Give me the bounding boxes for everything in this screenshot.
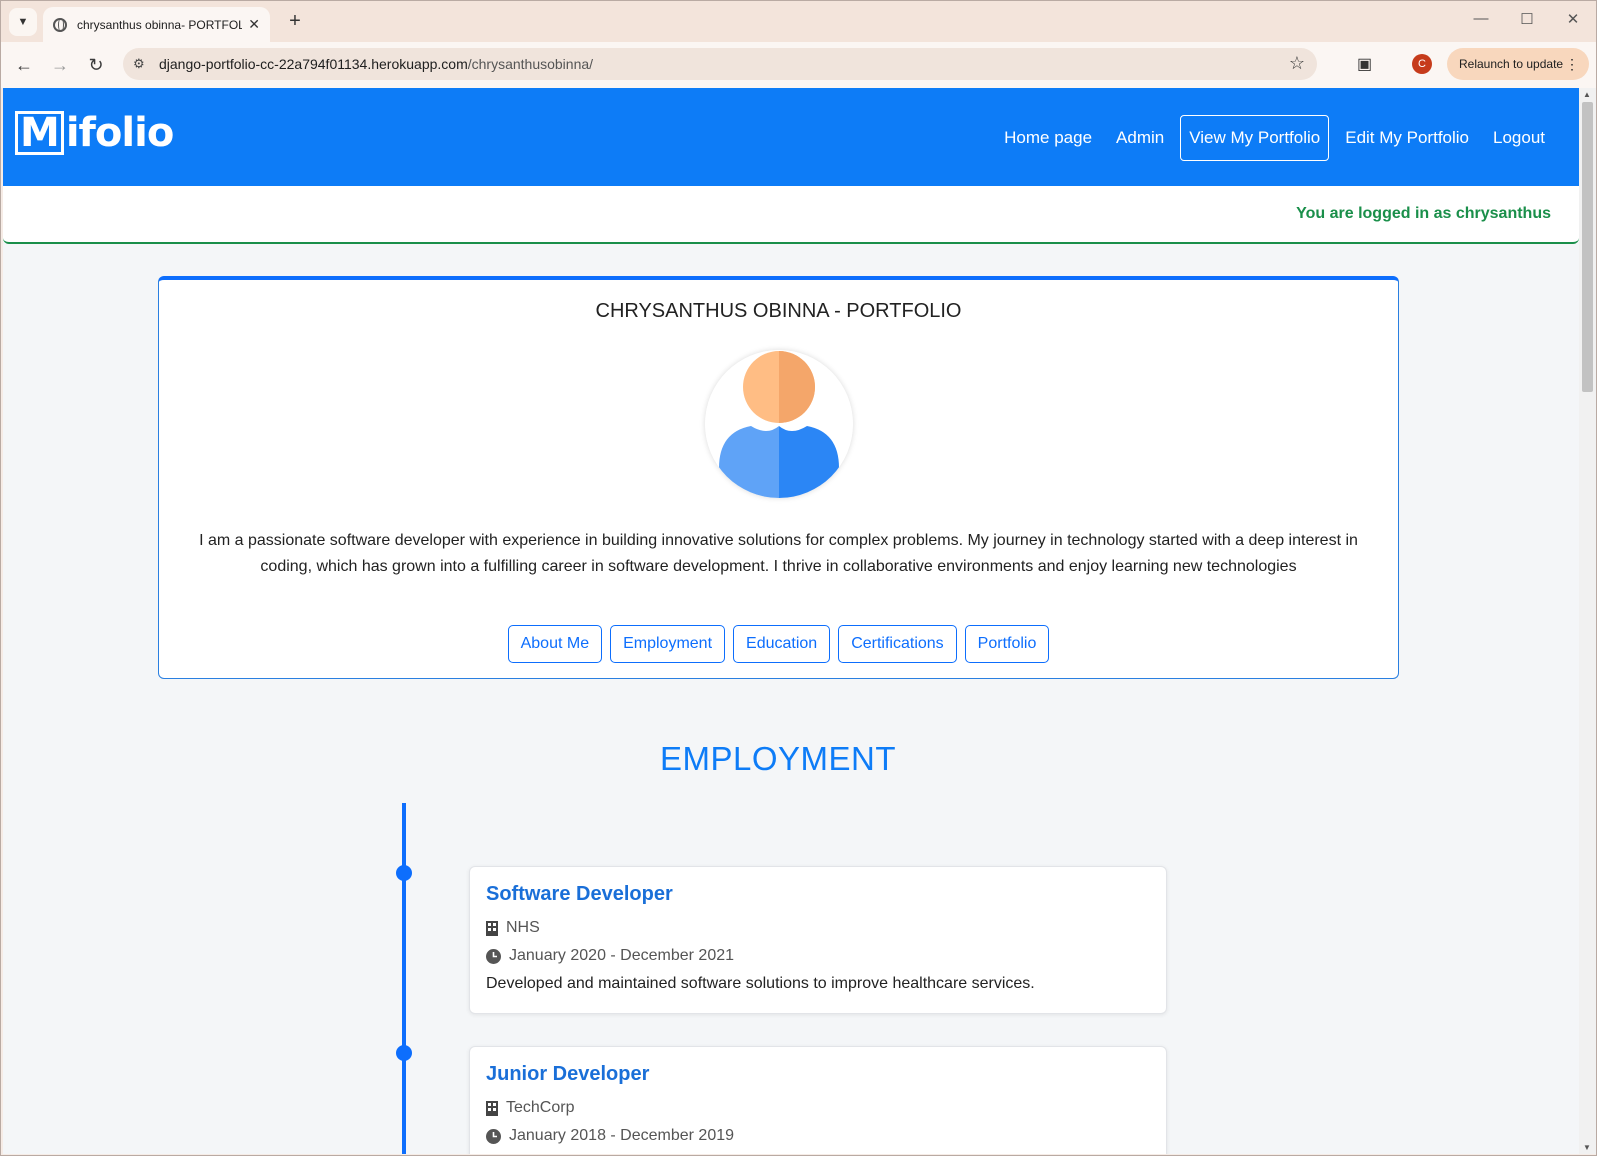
globe-icon bbox=[53, 17, 67, 32]
timeline-line bbox=[402, 803, 406, 1154]
active-tab[interactable]: chrysanthus obinna- PORTFOLIO ✕ bbox=[43, 7, 270, 42]
site-navbar: Mifolio Home page Admin View My Portfoli… bbox=[3, 88, 1579, 186]
clock-icon bbox=[486, 948, 501, 964]
relaunch-button[interactable]: Relaunch to update ⋮ bbox=[1447, 48, 1589, 80]
tab-search-button[interactable]: ▼ bbox=[9, 8, 37, 36]
extensions-icon[interactable]: ▣ bbox=[1357, 54, 1372, 74]
employment-heading: EMPLOYMENT bbox=[659, 740, 897, 777]
nav-links: Home page Admin View My Portfolio Edit M… bbox=[992, 115, 1557, 161]
tab-bar: ▼ chrysanthus obinna- PORTFOLIO ✕ + — ☐ … bbox=[1, 1, 1596, 42]
site-logo[interactable]: Mifolio bbox=[15, 110, 174, 156]
avatar bbox=[705, 350, 853, 498]
page-viewport: Mifolio Home page Admin View My Portfoli… bbox=[3, 88, 1579, 1154]
url-text[interactable]: django-portfolio-cc-22a794f01134.herokua… bbox=[159, 56, 593, 72]
forward-icon[interactable]: → bbox=[47, 52, 73, 78]
job-card: Junior Developer TechCorp January 2018 -… bbox=[469, 1046, 1167, 1154]
job-company: NHS bbox=[506, 919, 540, 936]
scroll-down-icon[interactable]: ▼ bbox=[1583, 1143, 1591, 1152]
nav-logout-link[interactable]: Logout bbox=[1481, 118, 1557, 158]
back-icon[interactable]: ← bbox=[11, 52, 37, 78]
portfolio-button[interactable]: Portfolio bbox=[964, 625, 1050, 663]
minimize-icon[interactable]: — bbox=[1466, 10, 1496, 27]
reload-icon[interactable]: ↻ bbox=[83, 52, 109, 78]
browser-toolbar: ← → ↻ ⚙ django-portfolio-cc-22a794f01134… bbox=[1, 42, 1596, 88]
portfolio-title: CHRYSANTHUS OBINNA - PORTFOLIO bbox=[595, 300, 962, 322]
job-card: Software Developer NHS January 2020 - De… bbox=[469, 866, 1167, 1014]
about-me-button[interactable]: About Me bbox=[507, 625, 603, 663]
browser-window: ▼ chrysanthus obinna- PORTFOLIO ✕ + — ☐ … bbox=[0, 0, 1597, 1156]
employment-button[interactable]: Employment bbox=[610, 625, 726, 663]
nav-edit-portfolio-link[interactable]: Edit My Portfolio bbox=[1333, 118, 1481, 158]
job-title: Junior Developer bbox=[486, 1063, 650, 1085]
tab-title: chrysanthus obinna- PORTFOLIO bbox=[77, 17, 242, 32]
job-company-row: NHS bbox=[486, 919, 540, 937]
job-period: January 2018 - December 2019 bbox=[509, 1127, 735, 1144]
job-period-row: January 2020 - December 2021 bbox=[486, 947, 734, 965]
login-status-text: You are logged in as chrysanthus bbox=[1296, 205, 1551, 222]
certifications-button[interactable]: Certifications bbox=[838, 625, 957, 663]
job-company: TechCorp bbox=[506, 1099, 575, 1116]
scroll-thumb[interactable] bbox=[1582, 102, 1593, 392]
user-avatar-icon bbox=[705, 350, 853, 498]
page-scrollbar[interactable]: ▲ ▼ bbox=[1579, 88, 1596, 1154]
bookmark-star-icon[interactable]: ☆ bbox=[1289, 53, 1305, 74]
nav-view-portfolio-link[interactable]: View My Portfolio bbox=[1180, 115, 1330, 161]
login-status-bar: You are logged in as chrysanthus bbox=[3, 186, 1579, 244]
timeline-dot bbox=[396, 865, 412, 881]
job-period-row: January 2018 - December 2019 bbox=[486, 1127, 734, 1145]
building-icon bbox=[486, 1100, 498, 1116]
education-button[interactable]: Education bbox=[733, 625, 831, 663]
nav-admin-link[interactable]: Admin bbox=[1104, 118, 1176, 158]
site-info-icon[interactable]: ⚙ bbox=[133, 56, 145, 72]
job-title: Software Developer bbox=[486, 883, 673, 905]
section-buttons: About Me Employment Education Certificat… bbox=[159, 625, 1398, 663]
bio-text: I am a passionate software developer wit… bbox=[199, 532, 1358, 575]
maximize-icon[interactable]: ☐ bbox=[1512, 10, 1542, 28]
building-icon bbox=[486, 920, 498, 936]
nav-home-link[interactable]: Home page bbox=[992, 118, 1104, 158]
close-tab-icon[interactable]: ✕ bbox=[248, 16, 260, 33]
job-description: Developed and maintained software soluti… bbox=[486, 975, 1035, 992]
address-bar[interactable]: ⚙ django-portfolio-cc-22a794f01134.herok… bbox=[123, 48, 1317, 80]
close-window-icon[interactable]: ✕ bbox=[1558, 10, 1588, 28]
scroll-up-icon[interactable]: ▲ bbox=[1583, 90, 1591, 99]
clock-icon bbox=[486, 1128, 501, 1144]
profile-card: CHRYSANTHUS OBINNA - PORTFOLIO I am a pa… bbox=[158, 276, 1399, 679]
timeline-dot bbox=[396, 1045, 412, 1061]
new-tab-button[interactable]: + bbox=[283, 10, 307, 33]
job-period: January 2020 - December 2021 bbox=[509, 947, 735, 964]
job-company-row: TechCorp bbox=[486, 1099, 574, 1117]
profile-avatar[interactable]: C bbox=[1412, 54, 1432, 74]
menu-dots-icon[interactable]: ⋮ bbox=[1565, 48, 1579, 80]
